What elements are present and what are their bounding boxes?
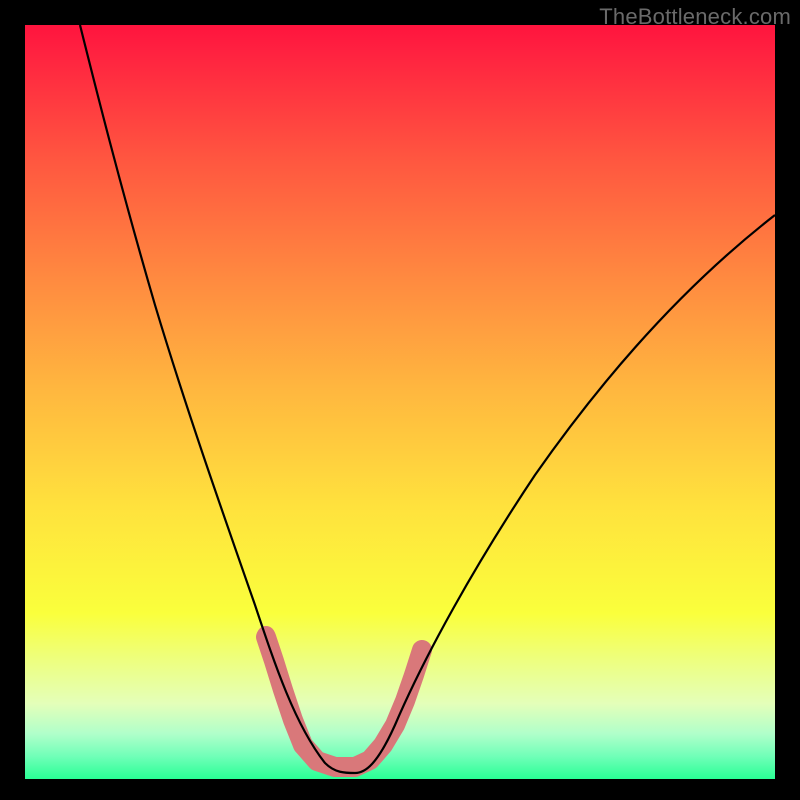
watermark-text: TheBottleneck.com: [599, 4, 791, 30]
bottleneck-curve-svg: [25, 25, 775, 779]
chart-area: [25, 25, 775, 779]
bottleneck-curve-left: [80, 25, 355, 773]
